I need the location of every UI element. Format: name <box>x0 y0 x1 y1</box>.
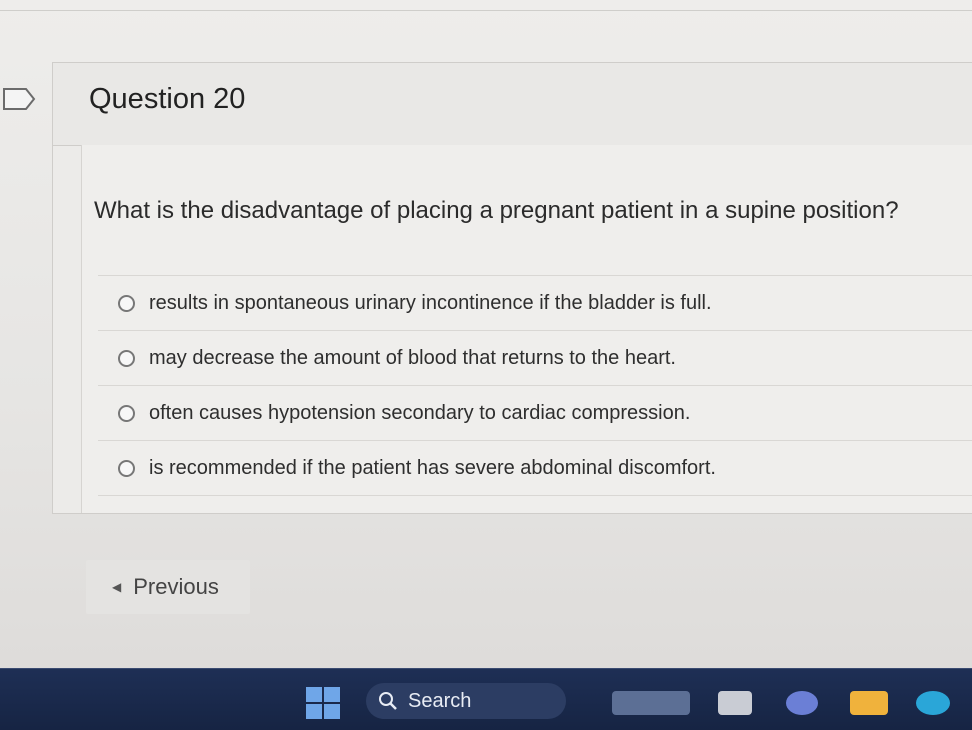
copilot-icon[interactable] <box>786 691 818 715</box>
answer-option[interactable]: often causes hypotension secondary to ca… <box>98 385 972 440</box>
radio-button[interactable] <box>118 349 135 367</box>
answer-option[interactable]: results in spontaneous urinary incontine… <box>98 275 972 330</box>
question-header: Question 20 <box>53 63 972 146</box>
search-label: Search <box>408 689 472 712</box>
taskbar-search[interactable]: Search <box>366 683 566 719</box>
previous-button-label: Previous <box>133 574 219 599</box>
radio-button[interactable] <box>118 459 135 477</box>
flag-question-icon[interactable] <box>2 86 36 112</box>
answer-option-label: often causes hypotension secondary to ca… <box>149 401 691 424</box>
radio-button[interactable] <box>118 294 135 312</box>
answer-option-label: may decrease the amount of blood that re… <box>149 346 676 369</box>
answer-option-label: is recommended if the patient has severe… <box>149 456 716 479</box>
caret-left-icon: ◀ <box>112 580 122 594</box>
question-title: Question 20 <box>89 83 246 115</box>
radio-button[interactable] <box>118 404 135 422</box>
widgets-icon[interactable] <box>612 691 690 715</box>
divider <box>0 10 972 11</box>
file-explorer-icon[interactable] <box>850 691 888 715</box>
question-card: Question 20 What is the disadvantage of … <box>52 62 972 514</box>
start-icon[interactable] <box>306 687 340 719</box>
previous-button[interactable]: ◀ Previous <box>86 560 250 614</box>
question-body: What is the disadvantage of placing a pr… <box>81 145 972 513</box>
answer-options: results in spontaneous urinary incontine… <box>98 275 972 496</box>
taskbar: Search <box>0 668 972 730</box>
task-view-icon[interactable] <box>718 691 752 715</box>
answer-option-label: results in spontaneous urinary incontine… <box>149 291 712 314</box>
answer-option[interactable]: may decrease the amount of blood that re… <box>98 330 972 385</box>
question-text: What is the disadvantage of placing a pr… <box>94 197 899 224</box>
answer-option[interactable]: is recommended if the patient has severe… <box>98 440 972 496</box>
edge-icon[interactable] <box>916 691 950 715</box>
search-icon <box>379 692 397 710</box>
